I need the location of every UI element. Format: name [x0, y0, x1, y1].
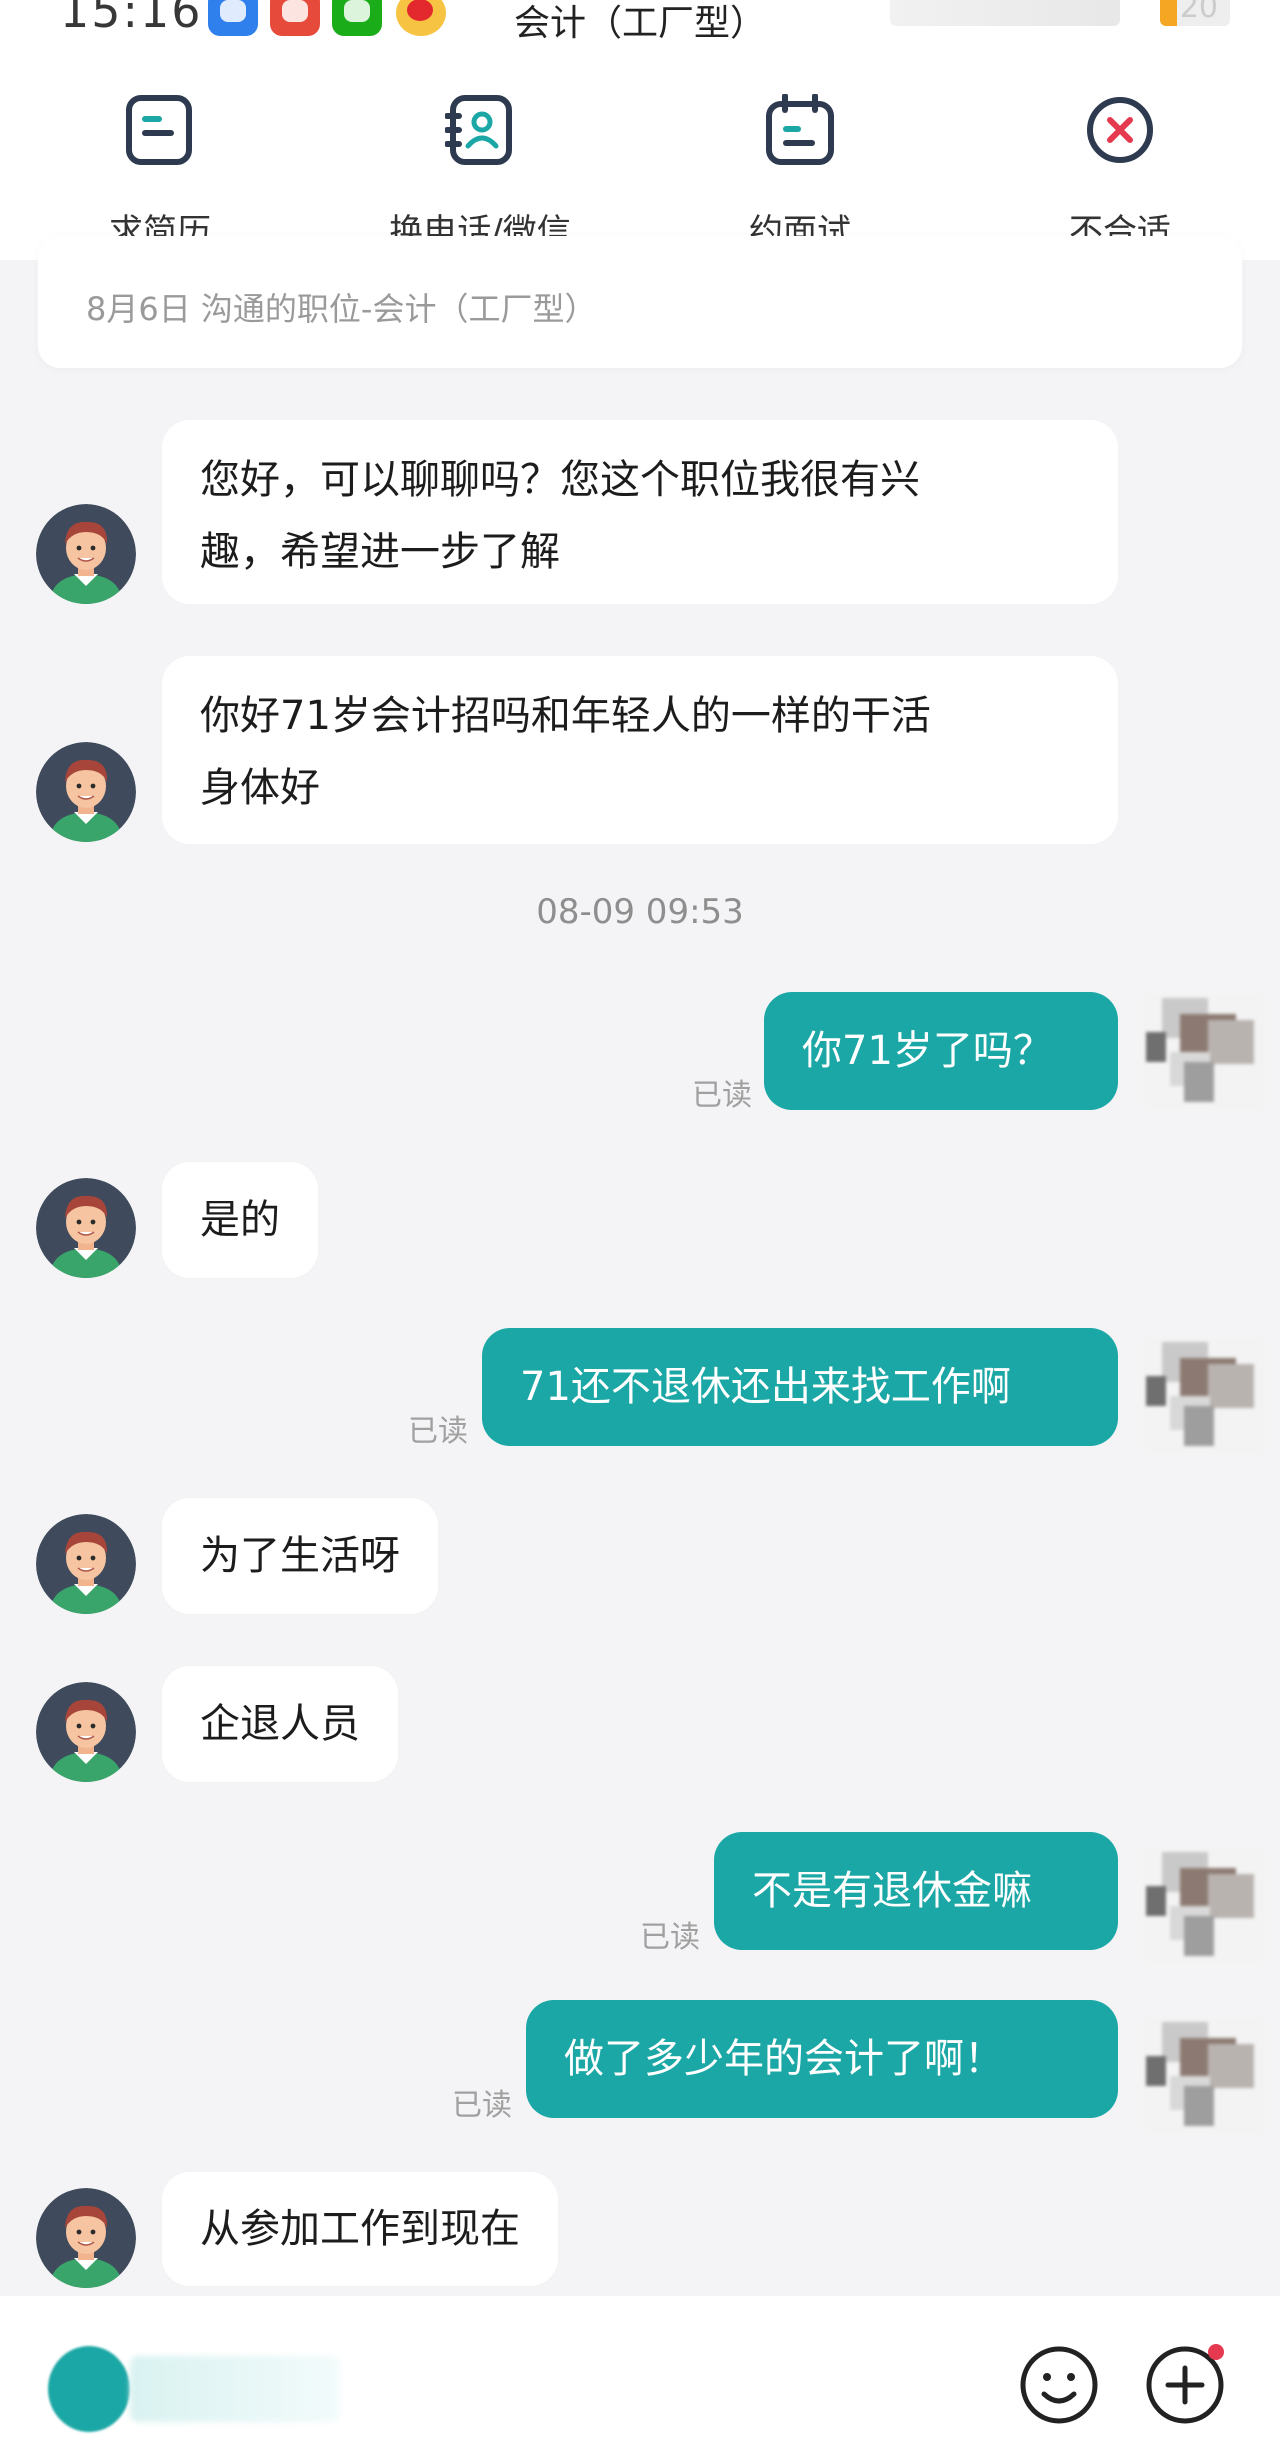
incoming-message: 您好，可以聊聊吗？您这个职位我很有兴 趣，希望进一步了解: [162, 420, 1118, 604]
notification-dot: [1208, 2344, 1224, 2360]
contact-avatar[interactable]: [36, 2188, 136, 2288]
schedule-interview-button[interactable]: 约面试: [680, 90, 920, 252]
read-receipt: 已读: [452, 2088, 512, 2123]
message-timestamp: 08-09 09:53: [536, 892, 744, 932]
message-line: 身体好: [200, 765, 320, 811]
my-avatar[interactable]: [1140, 992, 1268, 1112]
incoming-message: 你好71岁会计招吗和年轻人的一样的干活 身体好: [162, 656, 1118, 844]
incoming-message: 企退人员: [162, 1666, 398, 1782]
status-bar: 15:16 会计（工厂型） 20: [0, 0, 1280, 60]
contact-avatar[interactable]: [36, 1178, 136, 1278]
contact-avatar[interactable]: [36, 1514, 136, 1614]
message-line: 你好71岁会计招吗和年轻人的一样的干活: [200, 693, 931, 739]
reject-icon: [1087, 97, 1153, 163]
contact-avatar[interactable]: [36, 504, 136, 604]
job-info-text: 8月6日 沟通的职位-会计（工厂型）: [86, 290, 597, 328]
contact-avatar[interactable]: [36, 1682, 136, 1782]
voice-toggle-button[interactable]: [48, 2346, 130, 2432]
calendar-icon: [766, 94, 834, 165]
message-input[interactable]: [130, 2356, 340, 2422]
plus-icon[interactable]: [1144, 2344, 1226, 2426]
resume-icon: [126, 95, 192, 165]
input-bar: [0, 2296, 1280, 2462]
message-line: 趣，希望进一步了解: [200, 529, 560, 575]
my-avatar[interactable]: [1140, 1336, 1268, 1456]
not-suitable-button[interactable]: 不合适: [1000, 90, 1240, 252]
exchange-contact-button[interactable]: 换电话/微信: [360, 90, 600, 252]
battery-level: 20: [1179, 0, 1218, 25]
read-receipt: 已读: [408, 1414, 468, 1449]
incoming-message: 为了生活呀: [162, 1498, 438, 1614]
status-indicators: 20: [890, 0, 1230, 30]
incoming-message: 是的: [162, 1162, 318, 1278]
incoming-message: 从参加工作到现在: [162, 2172, 558, 2286]
signal-icon: [890, 0, 1120, 26]
my-avatar[interactable]: [1140, 2016, 1268, 2136]
emoji-icon[interactable]: [1018, 2344, 1100, 2426]
job-info-card[interactable]: 8月6日 沟通的职位-会计（工厂型）: [38, 236, 1242, 368]
read-receipt: 已读: [640, 1920, 700, 1955]
outgoing-message: 做了多少年的会计了啊！: [526, 2000, 1118, 2118]
read-receipt: 已读: [692, 1078, 752, 1113]
outgoing-message: 71还不退休还出来找工作啊: [482, 1328, 1118, 1446]
outgoing-message: 你71岁了吗？: [764, 992, 1118, 1110]
message-line: 您好，可以聊聊吗？您这个职位我很有兴: [200, 457, 920, 503]
outgoing-message: 不是有退休金嘛: [714, 1832, 1118, 1950]
contact-avatar[interactable]: [36, 742, 136, 842]
contact-exchange-icon: [445, 95, 512, 165]
action-toolbar: 求简历 换电话/微信 约面试 不合适: [0, 60, 1280, 260]
request-resume-button[interactable]: 求简历: [40, 90, 280, 252]
my-avatar[interactable]: [1140, 1846, 1268, 1966]
